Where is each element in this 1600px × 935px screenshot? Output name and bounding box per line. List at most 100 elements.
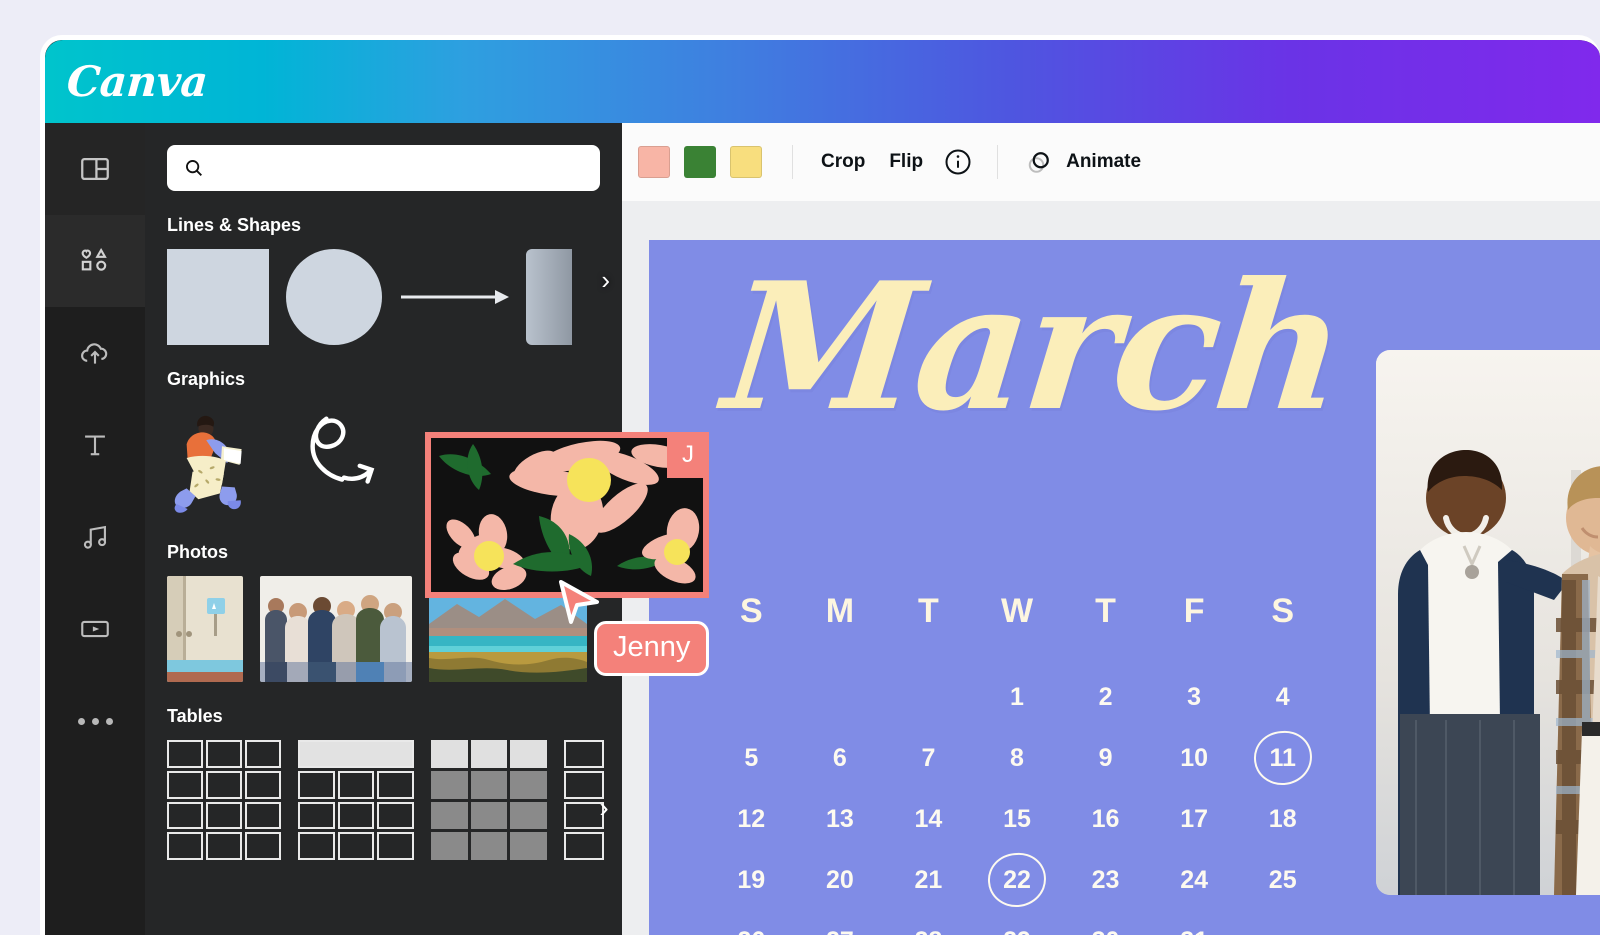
canvas-workspace: March S M T W T F S 1 2 3 4 5 6 7 8 9 10… <box>622 201 1600 935</box>
square-shape-item[interactable] <box>167 249 269 345</box>
sidebar-item-more[interactable] <box>45 675 145 767</box>
collaborator-avatar-badge: J <box>667 432 709 478</box>
cloud-upload-icon <box>81 343 108 364</box>
toolbar-divider-2 <box>997 145 999 179</box>
day-header: S <box>1271 592 1295 630</box>
color-swatch-green[interactable] <box>684 146 716 178</box>
selected-graphic-bounding-box[interactable]: J <box>425 432 709 598</box>
info-circle-icon <box>945 149 971 175</box>
calendar-day <box>707 680 796 714</box>
curvy-arrow-doodle-item[interactable] <box>293 403 401 518</box>
day-header: F <box>1183 592 1205 630</box>
calendar-day: 13 <box>825 804 854 833</box>
design-canvas[interactable]: March S M T W T F S 1 2 3 4 5 6 7 8 9 10… <box>649 240 1600 935</box>
calendar-day: 18 <box>1268 804 1297 833</box>
calendar-day: 29 <box>973 924 1062 935</box>
sidebar-item-text[interactable] <box>45 399 145 491</box>
arrow-line-item[interactable] <box>399 249 509 345</box>
arrow-right-icon <box>401 290 509 304</box>
calendar-day: 23 <box>1091 865 1120 894</box>
calendar-day: 24 <box>1180 865 1209 894</box>
crop-button[interactable]: Crop <box>809 145 877 179</box>
calendar-day: 25 <box>1268 865 1297 894</box>
calendar-day: 10 <box>1180 743 1209 772</box>
calendar-day: 30 <box>1061 924 1150 935</box>
calendar-day: 4 <box>1275 682 1290 711</box>
selected-graphic-content <box>431 438 703 592</box>
calendar-day-circled: 22 <box>973 863 1062 897</box>
door-pool-photo <box>167 576 243 682</box>
shapes-scroll-next-chevron[interactable]: › <box>601 267 610 293</box>
color-swatch-pink[interactable] <box>638 146 670 178</box>
calendar-day: 3 <box>1187 682 1202 711</box>
sidebar-item-design-templates[interactable] <box>45 123 145 215</box>
flip-button[interactable]: Flip <box>877 145 935 179</box>
photo-thumb-door-pool[interactable] <box>167 576 243 682</box>
calendar-day: 9 <box>1098 743 1113 772</box>
calendar-day: 7 <box>921 743 936 772</box>
day-header: T <box>918 592 939 630</box>
day-header: S <box>739 592 763 630</box>
table-style-shaded[interactable] <box>431 740 547 860</box>
canva-logo[interactable]: Canva <box>65 57 209 106</box>
calendar-day <box>884 680 973 714</box>
layout-icon <box>81 157 109 181</box>
calendar-day: 26 <box>707 924 796 935</box>
tables-scroll-next-chevron[interactable]: › <box>581 748 622 868</box>
section-title-tables: Tables <box>167 706 223 726</box>
calendar-day: 5 <box>744 743 759 772</box>
info-button[interactable] <box>935 143 981 181</box>
day-header: W <box>1000 592 1034 630</box>
top-toolbar: Crop Flip Animate <box>622 123 1600 201</box>
day-header: T <box>1095 592 1116 630</box>
calendar-block[interactable]: S M T W T F S 1 2 3 4 5 6 7 8 9 10 11 12… <box>707 592 1327 935</box>
pink-flowers-graphic <box>431 438 703 592</box>
couple-smiling-photo <box>1376 350 1600 895</box>
sidebar-item-audio[interactable] <box>45 491 145 583</box>
canvas-photo-element[interactable] <box>1376 350 1600 895</box>
search-input[interactable] <box>205 145 600 191</box>
section-lines-and-shapes: Lines & Shapes › <box>145 215 622 345</box>
person-reading-illustration-item[interactable] <box>167 403 275 518</box>
tables-row <box>167 740 622 860</box>
rounded-shape-partial-item[interactable] <box>526 249 572 345</box>
month-title-text[interactable]: March <box>716 245 1351 450</box>
curvy-arrow-doodle <box>310 416 375 484</box>
calendar-day: 12 <box>737 804 766 833</box>
person-reading-illustration <box>174 415 242 513</box>
calendar-day <box>1238 924 1327 935</box>
calendar-day: 8 <box>1010 743 1024 772</box>
circle-shape-item[interactable] <box>286 249 382 345</box>
sidebar-item-elements[interactable] <box>45 215 145 307</box>
calendar-day: 15 <box>1003 804 1031 833</box>
collaborator-name-label: Jenny <box>594 621 710 676</box>
section-tables: Tables › <box>145 706 622 860</box>
brand-header-bar: Canva <box>45 40 1600 123</box>
calendar-day: 14 <box>914 804 943 833</box>
search-box[interactable] <box>167 145 600 191</box>
section-title-lines-shapes: Lines & Shapes <box>167 215 302 235</box>
more-dots-icon <box>77 717 113 725</box>
lines-shapes-row <box>167 249 622 345</box>
left-icon-rail <box>45 123 145 935</box>
collaborator-cursor-icon <box>557 578 601 626</box>
animate-label: Animate <box>1066 151 1142 172</box>
toolbar-divider-1 <box>792 145 793 179</box>
color-swatch-yellow[interactable] <box>730 146 762 178</box>
calendar-day-circled: 11 <box>1238 741 1327 775</box>
animate-circles-icon <box>1028 152 1049 173</box>
sidebar-item-videos[interactable] <box>45 583 145 675</box>
canva-app-window: Canva Lines & Shapes › Graphics Photos T… <box>40 35 1600 935</box>
search-icon <box>186 160 202 176</box>
table-style-plain-grid[interactable] <box>167 740 281 860</box>
calendar-day: 6 <box>832 743 847 772</box>
cursor-arrow-icon <box>559 580 599 624</box>
calendar-day: 20 <box>825 865 854 894</box>
animate-button[interactable]: Animate <box>1014 141 1151 183</box>
sidebar-item-uploads[interactable] <box>45 307 145 399</box>
shapes-icon <box>81 247 107 271</box>
photo-thumb-group-people[interactable] <box>260 576 412 682</box>
calendar-day: 17 <box>1180 804 1209 833</box>
table-style-header-row[interactable] <box>298 740 414 860</box>
search-bar-container <box>145 145 622 191</box>
